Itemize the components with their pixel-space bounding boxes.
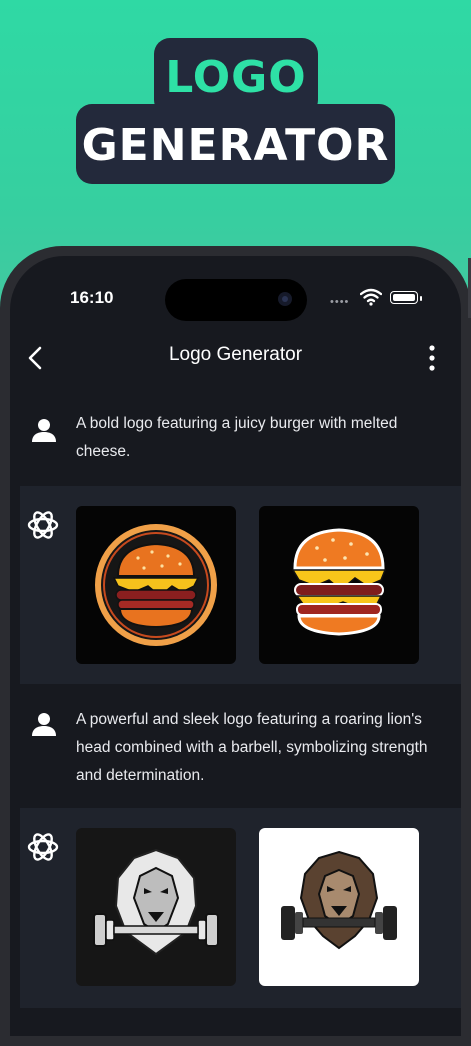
promo-title-generator: GENERATOR: [81, 120, 390, 171]
ai-assistant-icon: [27, 511, 59, 539]
generated-logo-burger-circle[interactable]: [76, 506, 236, 664]
phone-screen: A bold logo featuring a juicy burger wit…: [10, 256, 461, 1036]
status-time: 16:10: [70, 288, 114, 307]
more-options-button[interactable]: [420, 344, 444, 372]
chat-message-assistant: [20, 808, 461, 1008]
back-button[interactable]: [24, 344, 48, 372]
battery-icon: [390, 291, 418, 304]
signal-dots-icon: ••••: [330, 296, 350, 308]
user-prompt-text: A bold logo featuring a juicy burger wit…: [76, 415, 398, 460]
generated-logo-burger-plain[interactable]: [259, 506, 419, 664]
user-avatar-icon: [32, 713, 56, 736]
chat-message-assistant: [20, 486, 461, 684]
generated-logo-lion-dark[interactable]: [76, 828, 236, 986]
page-title: Logo Generator: [168, 344, 303, 365]
status-icons: ••••: [330, 288, 425, 308]
more-vertical-icon: [429, 345, 435, 371]
promo-title-logo: LOGO: [165, 52, 307, 103]
user-prompt-text: A powerful and sleek logo featuring a ro…: [76, 711, 428, 784]
chat-message-user: A powerful and sleek logo featuring a ro…: [20, 684, 461, 808]
battery-tip: [420, 296, 422, 301]
generated-logo-lion-light[interactable]: [259, 828, 419, 986]
wifi-icon: [360, 288, 382, 306]
chevron-left-icon: [28, 346, 42, 370]
front-camera-lens: [282, 296, 288, 302]
chat-message-user: A bold logo featuring a juicy burger wit…: [20, 396, 461, 486]
ai-assistant-icon: [27, 833, 59, 861]
user-avatar-icon: [32, 419, 56, 442]
